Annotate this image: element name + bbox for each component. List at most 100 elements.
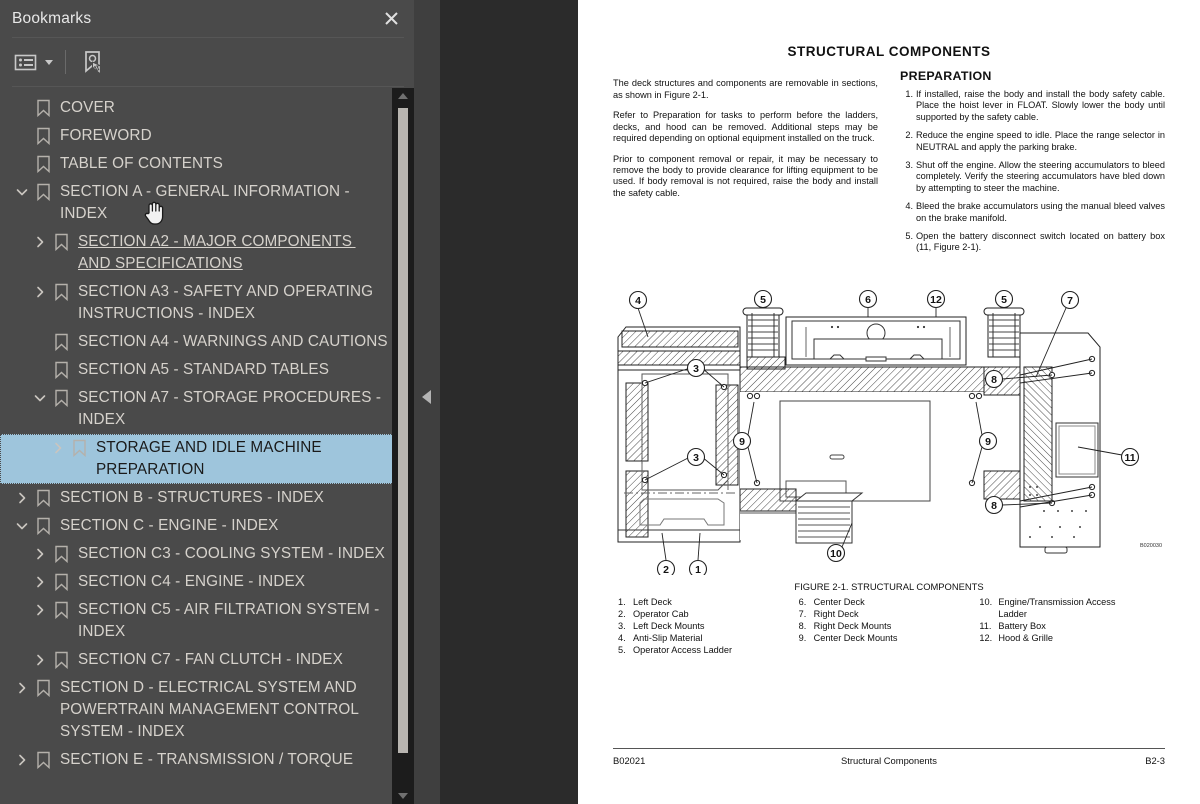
svg-text:11: 11 [1124, 452, 1135, 464]
bookmark-item[interactable]: TABLE OF CONTENTS [0, 150, 400, 178]
svg-text:12: 12 [930, 294, 942, 306]
svg-text:9: 9 [739, 436, 745, 448]
chevron-right-icon[interactable] [30, 231, 50, 253]
bookmarks-tree-scroll[interactable]: COVER FOREWORD TABLE OF CONTENTS SECTION A … [0, 88, 414, 804]
bookmark-item[interactable]: SECTION A4 - WARNINGS AND CAUTIONS [0, 328, 400, 356]
legend-item: 7. Right Deck [799, 608, 980, 620]
bookmark-item[interactable]: SECTION A5 - STANDARD TABLES [0, 356, 400, 384]
bookmark-item[interactable]: SECTION A2 - MAJOR COMPONENTS AND SPECIF… [0, 228, 400, 278]
bookmark-item-label: SECTION C - ENGINE - INDEX [60, 517, 279, 534]
bookmark-item[interactable]: SECTION E - TRANSMISSION / TORQUE [0, 746, 400, 774]
footer-document-number: B02021 [613, 755, 646, 766]
chevron-right-icon[interactable] [12, 487, 32, 509]
collapse-panel-arrow-icon[interactable] [422, 390, 431, 404]
legend-item-number: 6. [798, 596, 807, 607]
left-column: The deck structures and components are r… [613, 69, 878, 261]
two-column-body: The deck structures and components are r… [600, 59, 1178, 261]
bookmark-item-label: FOREWORD [60, 127, 152, 144]
preparation-step: Reduce the engine speed to idle. Place t… [901, 130, 1165, 152]
bookmark-item-label: SECTION A4 - WARNINGS AND CAUTIONS [78, 333, 388, 350]
chevron-right-icon[interactable] [30, 543, 50, 565]
chevron-down-icon[interactable] [12, 181, 32, 203]
chevron-down-icon[interactable] [12, 515, 32, 537]
svg-text:8: 8 [991, 500, 997, 512]
bookmark-item[interactable]: SECTION C3 - COOLING SYSTEM - INDEX [0, 540, 400, 568]
bookmarks-toolbar [0, 38, 414, 86]
bookmark-icon [50, 281, 72, 303]
bookmark-item-label: SECTION A5 - STANDARD TABLES [78, 361, 330, 378]
bookmarks-scrollbar[interactable] [392, 88, 414, 804]
bookmark-item[interactable]: STORAGE AND IDLE MACHINE PREPARATION [0, 434, 400, 484]
new-bookmark-icon[interactable] [78, 47, 108, 77]
document-viewer[interactable]: STRUCTURAL COMPONENTS The deck structure… [440, 0, 1200, 804]
drawing-id-label: B020030 [1140, 543, 1162, 549]
bookmark-item-label: SECTION D - ELECTRICAL SYSTEM AND POWERT… [60, 679, 363, 740]
legend-column: 6. Center Deck 7. Right Deck 8. Right Deck Mo… [799, 596, 980, 656]
legend-item: 12. Hood & Grille [979, 632, 1160, 644]
bookmark-item-label: SECTION C4 - ENGINE - INDEX [78, 573, 306, 590]
svg-text:9: 9 [985, 436, 991, 448]
bookmarks-panel-header: Bookmarks [0, 0, 414, 37]
bookmark-item[interactable]: SECTION C - ENGINE - INDEX [0, 512, 400, 540]
svg-text:2: 2 [663, 564, 669, 575]
chevron-right-icon[interactable] [30, 649, 50, 671]
svg-text:6: 6 [865, 294, 871, 306]
legend-item: 9. Center Deck Mounts [799, 632, 980, 644]
bookmark-icon [50, 331, 72, 353]
scrollbar-thumb[interactable] [398, 108, 408, 753]
legend-item-label: Center Deck Mounts [813, 633, 898, 644]
bookmark-item[interactable]: SECTION B - STRUCTURES - INDEX [0, 484, 400, 512]
bookmark-icon [32, 677, 54, 699]
legend-item: 4. Anti-Slip Material [618, 632, 799, 644]
bookmark-icon [32, 487, 54, 509]
bookmark-item-label: COVER [60, 99, 115, 116]
chevron-right-icon[interactable] [12, 677, 32, 699]
legend-item-label: Right Deck [813, 608, 859, 619]
chevron-down-icon[interactable] [30, 387, 50, 409]
chevron-right-icon[interactable] [30, 571, 50, 593]
page-title: STRUCTURAL COMPONENTS [787, 44, 991, 59]
bookmark-item-label: SECTION B - STRUCTURES - INDEX [60, 489, 324, 506]
bookmark-item[interactable]: SECTION C7 - FAN CLUTCH - INDEX [0, 646, 400, 674]
svg-text:3: 3 [693, 363, 699, 375]
legend-item-number: 2. [618, 608, 626, 619]
legend-item-number: 4. [618, 633, 626, 644]
bookmark-item[interactable]: FOREWORD [0, 122, 400, 150]
body-paragraph: The deck structures and components are r… [613, 78, 878, 100]
bookmark-icon [50, 599, 72, 621]
legend-item-label: Left Deck [633, 596, 672, 607]
body-paragraph: Refer to Preparation for tasks to perfor… [613, 110, 878, 143]
bookmark-item[interactable]: SECTION A - GENERAL INFORMATION - INDEX [0, 178, 400, 228]
page-footer: B02021 Structural Components B2-3 [613, 755, 1165, 766]
preparation-step: Open the battery disconnect switch locat… [901, 231, 1165, 253]
panel-splitter[interactable] [414, 0, 440, 804]
chevron-right-icon[interactable] [12, 749, 32, 771]
preparation-steps-list: If installed, raise the body and install… [900, 89, 1165, 254]
bookmark-item[interactable]: COVER [0, 94, 400, 122]
chevron-right-icon[interactable] [48, 437, 68, 459]
footer-section-title: Structural Components [841, 755, 937, 766]
scroll-up-arrow-icon[interactable] [392, 88, 414, 104]
chevron-down-icon [45, 59, 53, 65]
bookmark-item[interactable]: SECTION A7 - STORAGE PROCEDURES - INDEX [0, 384, 400, 434]
list-options-icon[interactable] [12, 47, 55, 77]
bookmark-item-label: SECTION A3 - SAFETY AND OPERATING INSTRU… [78, 283, 378, 322]
legend-column: 10. Engine/Transmission Access Ladder 11. Ba… [979, 596, 1160, 656]
bookmark-icon [50, 571, 72, 593]
bookmark-item[interactable]: SECTION D - ELECTRICAL SYSTEM AND POWERT… [0, 674, 400, 746]
figure-structural-components: 4 5 6 12 5 7 3 3 2 1 9 9 10 8 8 11 B0200… [600, 275, 1182, 575]
bookmark-item-label: SECTION A - GENERAL INFORMATION - INDEX [60, 183, 355, 222]
bookmark-item[interactable]: SECTION C5 - AIR FILTRATION SYSTEM - IND… [0, 596, 400, 646]
scroll-down-arrow-icon[interactable] [392, 788, 414, 804]
chevron-right-icon[interactable] [30, 599, 50, 621]
legend-item-number: 7. [798, 608, 807, 619]
bookmark-item[interactable]: SECTION A3 - SAFETY AND OPERATING INSTRU… [0, 278, 400, 328]
svg-text:8: 8 [991, 374, 997, 386]
close-icon[interactable] [378, 6, 404, 32]
chevron-right-icon[interactable] [30, 281, 50, 303]
bookmark-icon [50, 649, 72, 671]
svg-text:1: 1 [695, 564, 701, 575]
legend-item-label: Operator Cab [633, 608, 689, 619]
bookmark-item[interactable]: SECTION C4 - ENGINE - INDEX [0, 568, 400, 596]
figure-caption: FIGURE 2-1. STRUCTURAL COMPONENTS [794, 580, 984, 592]
